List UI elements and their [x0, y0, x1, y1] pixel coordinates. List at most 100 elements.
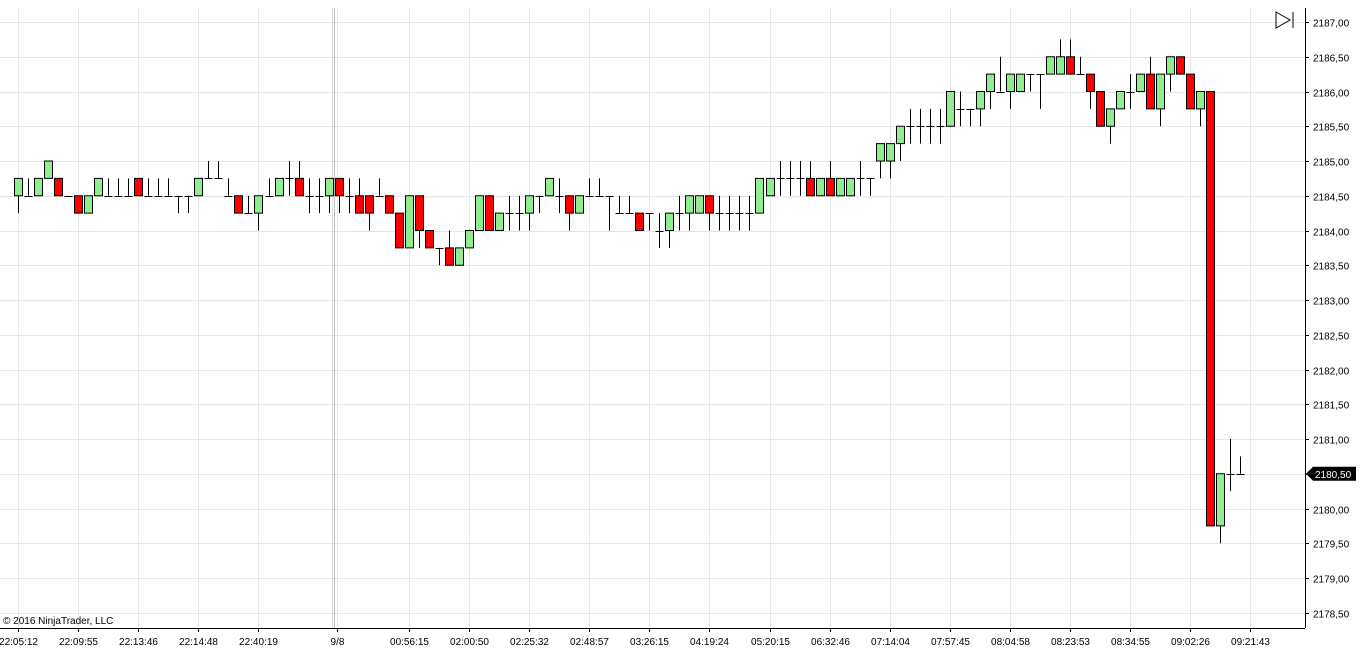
- candle-up: [465, 230, 474, 249]
- candle-up: [766, 177, 775, 197]
- y-tick-label: 2186,00: [1313, 89, 1350, 100]
- candle-up: [1216, 473, 1225, 527]
- candle-up: [575, 195, 584, 214]
- candle-down: [295, 177, 304, 197]
- y-tick-label: 2179,00: [1313, 575, 1350, 586]
- candle-down: [705, 195, 714, 214]
- x-tick-label: 08:04:58: [991, 637, 1030, 648]
- y-tick-label: 2179,50: [1313, 540, 1350, 551]
- candle-up: [695, 195, 704, 214]
- candle-up: [816, 177, 825, 197]
- y-tick-label: 2184,50: [1313, 193, 1350, 204]
- candle-down: [826, 177, 835, 197]
- candle-up: [1056, 56, 1065, 75]
- y-tick-label: 2184,00: [1313, 228, 1350, 239]
- x-tick-label: 04:19:24: [690, 637, 729, 648]
- candle-down: [1096, 91, 1105, 127]
- candle-up: [34, 177, 43, 197]
- candle-down: [335, 177, 344, 197]
- candle-down: [134, 177, 143, 197]
- candle-down: [445, 247, 454, 266]
- grid-lines: [0, 8, 1305, 628]
- candle-up: [545, 177, 554, 197]
- candle-up: [1016, 73, 1025, 92]
- candle-up: [14, 177, 23, 197]
- candle-up: [1196, 91, 1205, 110]
- candle-up: [876, 143, 885, 162]
- x-tick-label: 22:40:19: [239, 637, 278, 648]
- y-tick-label: 2180,00: [1313, 506, 1350, 517]
- x-tick-label: 08:34:55: [1111, 637, 1150, 648]
- candle-up: [665, 212, 674, 231]
- x-tick-label: 07:14:04: [871, 637, 910, 648]
- x-tick-label: 22:13:46: [119, 637, 158, 648]
- x-tick-label: 08:23:53: [1051, 637, 1090, 648]
- candle-up: [475, 195, 484, 231]
- x-tick-label: 07:57:45: [931, 637, 970, 648]
- candle-down: [1186, 73, 1195, 110]
- candlestick-chart[interactable]: 2187,00 2186,50 2186,00 2185,50 2185,00 2184,…: [0, 0, 1366, 656]
- skip-to-end-icon[interactable]: [1274, 10, 1296, 30]
- y-tick-label: 2182,50: [1313, 332, 1350, 343]
- y-tick-label: 2183,50: [1313, 262, 1350, 273]
- candle-up: [405, 195, 414, 249]
- candle-up: [896, 125, 905, 145]
- x-tick-label: 09:02:26: [1171, 637, 1210, 648]
- candle-up: [455, 247, 464, 266]
- y-tick-label: 2185,00: [1313, 158, 1350, 169]
- candle-up: [836, 177, 845, 197]
- candle-up: [946, 91, 955, 127]
- candle-up: [1136, 73, 1145, 92]
- candle-up: [44, 160, 53, 179]
- candle-down: [1176, 56, 1185, 75]
- candle-down: [806, 177, 815, 197]
- x-tick-label: 05:20:15: [751, 637, 790, 648]
- candle-up: [94, 177, 103, 197]
- x-tick-label: 02:25:32: [510, 637, 549, 648]
- copyright-text: © 2016 NinjaTrader, LLC: [3, 616, 114, 627]
- candle-up: [495, 212, 504, 231]
- x-tick-label: 00:56:15: [390, 637, 429, 648]
- candle-down: [565, 195, 574, 214]
- candle-down: [74, 195, 83, 214]
- candle-down: [425, 230, 434, 249]
- x-tick-label: 09:21:43: [1231, 637, 1270, 648]
- y-tick-label: 2185,50: [1313, 123, 1350, 134]
- x-tick-label: 02:48:57: [570, 637, 609, 648]
- candle-up: [1116, 91, 1125, 110]
- candle-down: [355, 195, 364, 214]
- candle-down: [1146, 73, 1155, 110]
- y-tick-label: 2181,50: [1313, 401, 1350, 412]
- candle-up: [254, 195, 263, 214]
- candle-up: [275, 177, 284, 197]
- candle-up: [755, 177, 764, 214]
- candle-down: [1086, 73, 1095, 92]
- x-tick-label: 22:14:48: [179, 637, 218, 648]
- price-chart[interactable]: 2187,00 2186,50 2186,00 2185,50 2185,00 2184,…: [0, 0, 1366, 656]
- candle-down: [635, 212, 644, 231]
- candle-down: [365, 195, 374, 214]
- candle-down: [1206, 91, 1215, 527]
- x-tick-label: 06:32:46: [811, 637, 850, 648]
- candle-up: [194, 177, 203, 197]
- candle-down: [385, 195, 394, 214]
- x-tick-label: 03:26:15: [630, 637, 669, 648]
- candle-up: [1106, 108, 1115, 127]
- candle-up: [325, 177, 334, 197]
- candle-up: [886, 143, 895, 162]
- candle-up: [525, 195, 534, 214]
- last-price-label: 2180,50: [1315, 470, 1352, 481]
- y-tick-label: 2181,00: [1313, 436, 1350, 447]
- candle-up: [976, 91, 985, 110]
- y-tick-label: 2183,00: [1313, 297, 1350, 308]
- y-tick-label: 2178,50: [1313, 610, 1350, 621]
- candle-down: [234, 195, 243, 214]
- y-tick-label: 2186,50: [1313, 54, 1350, 65]
- candle-down: [415, 195, 424, 231]
- x-tick-label: 02:00:50: [450, 637, 489, 648]
- y-tick-label: 2182,00: [1313, 367, 1350, 378]
- candle-up: [685, 195, 694, 214]
- candle-up: [1006, 73, 1015, 92]
- x-tick-label: 22:05:12: [0, 637, 38, 648]
- candle-down: [54, 177, 63, 197]
